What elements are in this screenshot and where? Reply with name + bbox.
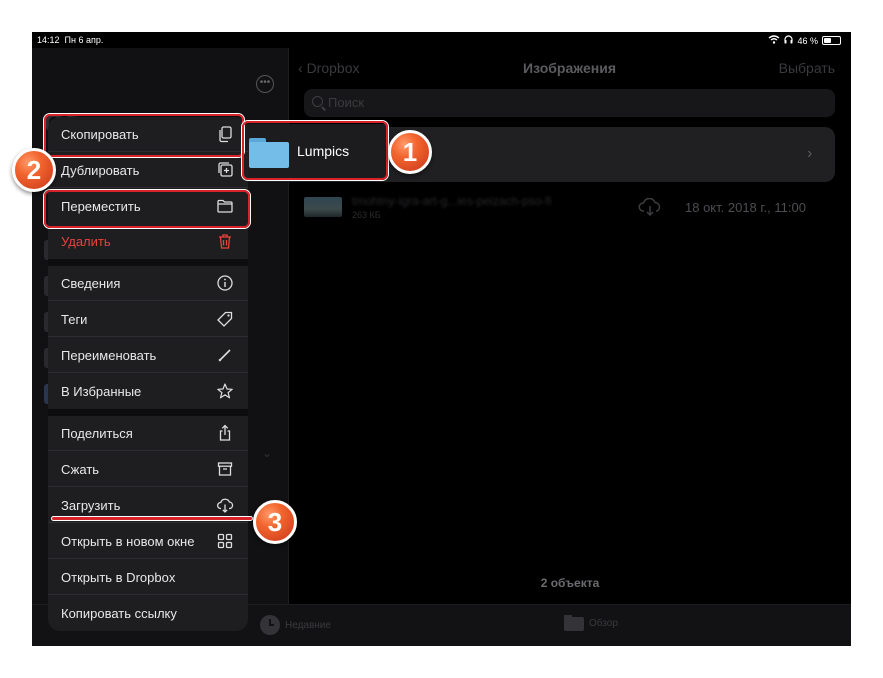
battery-icon bbox=[822, 36, 841, 45]
search-placeholder: Поиск bbox=[328, 95, 365, 110]
step-badge-3: 3 bbox=[253, 500, 297, 544]
trash-icon bbox=[216, 232, 234, 250]
folder-icon bbox=[564, 615, 584, 631]
file-name[interactable]: tmohtny-igra-art-g...ies-peizach-pso-fi bbox=[352, 194, 551, 208]
status-time: 14:12 Пн 6 апр. bbox=[37, 35, 104, 45]
menu-item-share[interactable]: Поделиться bbox=[48, 416, 248, 451]
menu-item-delete[interactable]: Удалить bbox=[48, 224, 248, 259]
select-button[interactable]: Выбрать bbox=[779, 60, 835, 76]
search-icon bbox=[312, 96, 323, 107]
chevron-down-icon[interactable]: ⌄ bbox=[262, 446, 272, 460]
battery-percent: 46 % bbox=[797, 35, 818, 46]
search-input[interactable]: Поиск bbox=[304, 89, 835, 117]
file-date: 18 окт. 2018 г., 11:00 bbox=[685, 200, 806, 215]
share-icon bbox=[216, 424, 234, 442]
clock-icon bbox=[260, 615, 280, 635]
item-count: 2 объекта bbox=[540, 576, 600, 590]
menu-group-separator bbox=[48, 409, 248, 416]
duplicate-icon bbox=[216, 161, 234, 179]
ellipsis-circle-icon[interactable]: ••• bbox=[256, 75, 274, 93]
menu-item-label: Сведения bbox=[61, 276, 121, 291]
cloud-download-icon[interactable] bbox=[638, 197, 662, 217]
highlight-download-underline bbox=[52, 517, 252, 520]
menu-item-favorite[interactable]: В Избранные bbox=[48, 374, 248, 409]
menu-item-rename[interactable]: Переименовать bbox=[48, 338, 248, 373]
menu-item-label: Удалить bbox=[61, 234, 111, 249]
menu-item-label: Открыть в Dropbox bbox=[61, 570, 176, 585]
menu-item-duplicate[interactable]: Дублировать bbox=[48, 153, 248, 188]
tab-browse-label: Обзор bbox=[589, 617, 618, 629]
chevron-right-icon: › bbox=[807, 145, 813, 162]
file-size: 263 КБ bbox=[352, 210, 381, 220]
headphones-icon bbox=[784, 35, 794, 46]
step-badge-1: 1 bbox=[388, 130, 432, 174]
menu-item-label: Теги bbox=[61, 312, 88, 327]
menu-item-compress[interactable]: Сжать bbox=[48, 452, 248, 487]
menu-item-label: Сжать bbox=[61, 462, 100, 477]
star-icon bbox=[216, 382, 234, 400]
menu-item-label: Поделиться bbox=[61, 426, 133, 441]
menu-item-label: Переименовать bbox=[61, 348, 157, 363]
menu-item-label: Дублировать bbox=[61, 163, 140, 178]
menu-group-separator bbox=[48, 259, 248, 266]
tab-recent-label: Недавние bbox=[285, 619, 331, 631]
info-icon bbox=[216, 274, 234, 292]
pencil-icon bbox=[216, 346, 234, 364]
menu-item-tags[interactable]: Теги bbox=[48, 302, 248, 337]
archive-icon bbox=[216, 460, 234, 478]
status-indicators: 46 % bbox=[768, 35, 841, 46]
wifi-icon bbox=[768, 35, 780, 46]
file-thumbnail[interactable] bbox=[304, 197, 342, 217]
tab-recent[interactable]: Недавние bbox=[260, 615, 331, 635]
cloud-download-icon bbox=[216, 496, 234, 514]
page-title: Изображения bbox=[523, 60, 616, 76]
step-badge-2: 2 bbox=[12, 148, 56, 192]
tag-icon bbox=[216, 310, 234, 328]
status-bar: 14:12 Пн 6 апр. 46 % bbox=[32, 32, 851, 48]
highlight-move bbox=[44, 190, 250, 228]
menu-item-label: Открыть в новом окне bbox=[61, 534, 195, 549]
menu-item-label: Загрузить bbox=[61, 498, 121, 513]
menu-item-open-in-dropbox[interactable]: Открыть в Dropbox bbox=[48, 560, 248, 595]
menu-item-info[interactable]: Сведения bbox=[48, 266, 248, 301]
highlight-copy bbox=[44, 114, 244, 157]
highlight-folder bbox=[242, 121, 388, 180]
menu-item-copy-link[interactable]: Копировать ссылку bbox=[48, 596, 248, 631]
menu-item-open-new-window[interactable]: Открыть в новом окне bbox=[48, 524, 248, 559]
back-button[interactable]: ‹ Dropbox bbox=[298, 60, 359, 76]
grid-icon bbox=[216, 532, 234, 550]
tab-browse[interactable]: Обзор bbox=[564, 615, 618, 631]
menu-item-label: В Избранные bbox=[61, 384, 142, 399]
menu-item-label: Копировать ссылку bbox=[61, 606, 177, 621]
